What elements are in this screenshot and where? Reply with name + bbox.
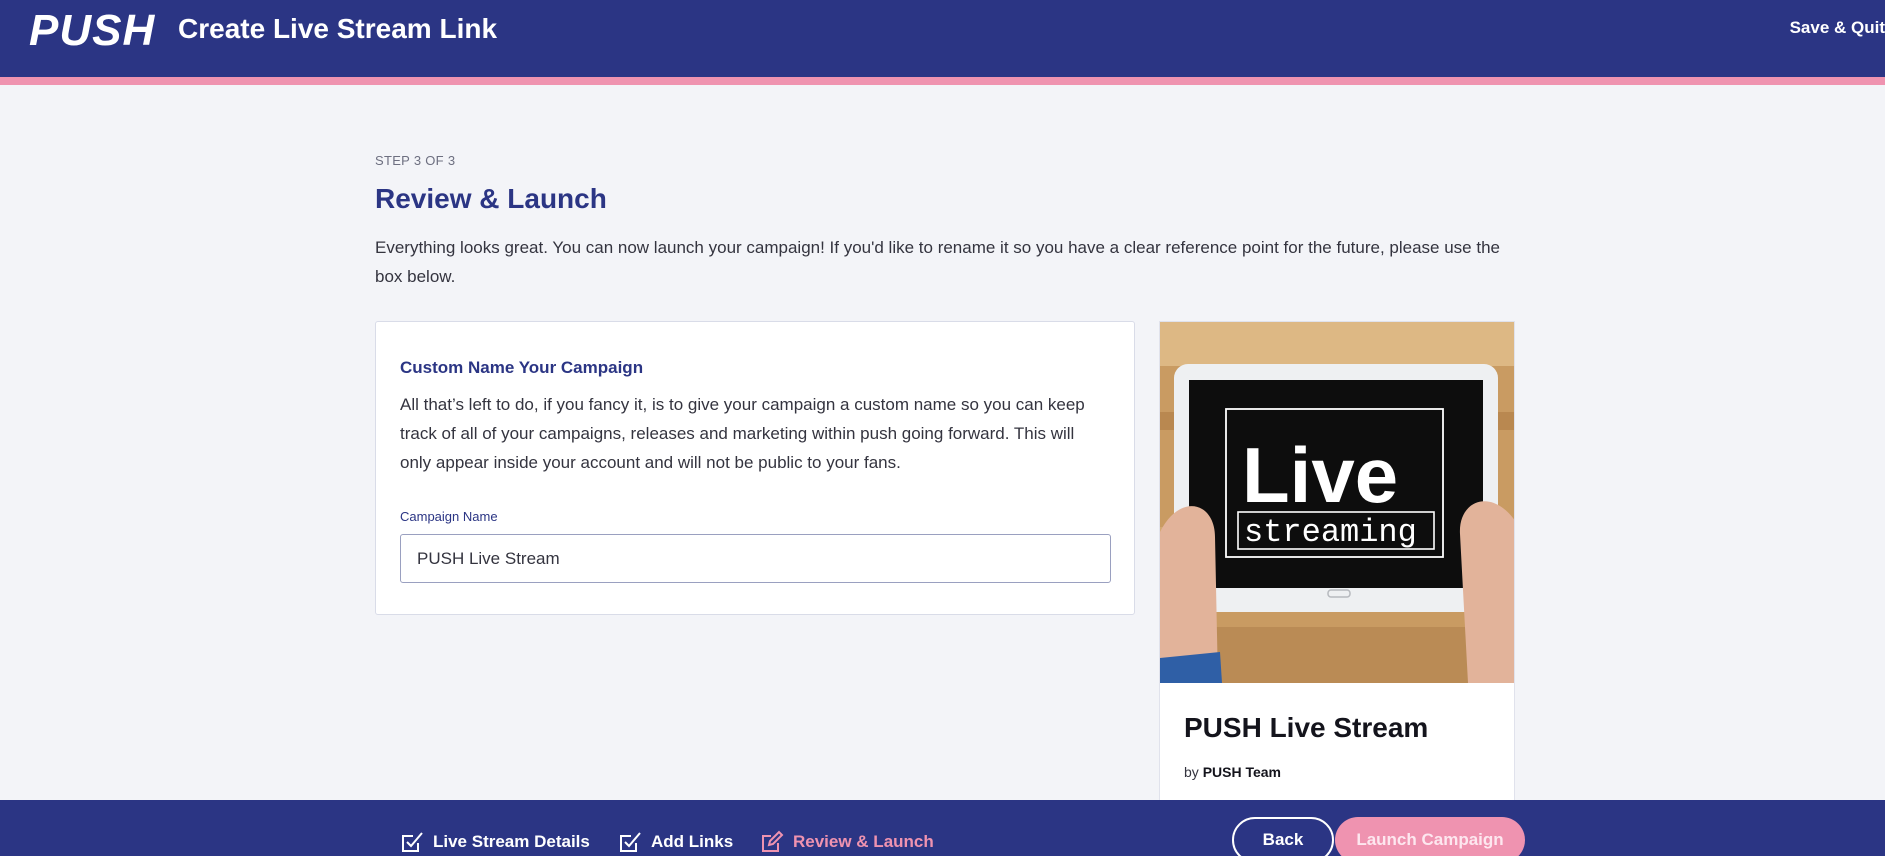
push-logo: PUSH [29,6,156,55]
save-and-quit-link[interactable]: Save & Quit [1790,18,1885,38]
edit-pencil-icon [762,830,784,852]
campaign-name-card: Custom Name Your Campaign All that’s lef… [375,321,1135,615]
step-indicator: STEP 3 OF 3 [375,153,456,168]
campaign-name-input[interactable] [400,534,1111,583]
svg-text:Live: Live [1242,431,1398,519]
header-accent-stripe [0,77,1885,85]
step-label: Live Stream Details [433,832,590,851]
step-live-stream-details[interactable]: Live Stream Details [400,828,590,856]
svg-text:streaming: streaming [1244,514,1417,551]
step-add-links[interactable]: Add Links [618,828,733,856]
preview-by-prefix: by [1184,764,1199,780]
card-title: Custom Name Your Campaign [400,358,644,377]
review-launch-heading: Review & Launch [375,183,607,214]
bottom-action-bar: Live Stream Details Add Links Review & L… [0,800,1885,856]
launch-campaign-button[interactable]: Launch Campaign [1335,817,1525,856]
campaign-preview-card: Live streaming PUSH Live Stream by PUSH … [1159,321,1515,801]
checkbox-check-icon [620,832,641,852]
campaign-name-label: Campaign Name [400,509,498,524]
review-intro-text: Everything looks great. You can now laun… [375,238,1500,286]
checkbox-check-icon [402,832,423,852]
top-navigation-bar: PUSH Create Live Stream Link Save & Quit [0,0,1885,77]
preview-author: by PUSH Team [1184,764,1281,780]
back-button[interactable]: Back [1232,817,1334,856]
card-description: All that’s left to do, if you fancy it, … [400,395,1085,472]
step-review-launch[interactable]: Review & Launch [760,828,934,856]
live-streaming-image: Live streaming [1160,322,1514,683]
preview-author-name: PUSH Team [1202,764,1282,780]
preview-campaign-title: PUSH Live Stream [1184,712,1429,743]
step-label: Review & Launch [793,832,934,851]
step-label: Add Links [651,832,734,851]
page-title: Create Live Stream Link [178,13,498,44]
